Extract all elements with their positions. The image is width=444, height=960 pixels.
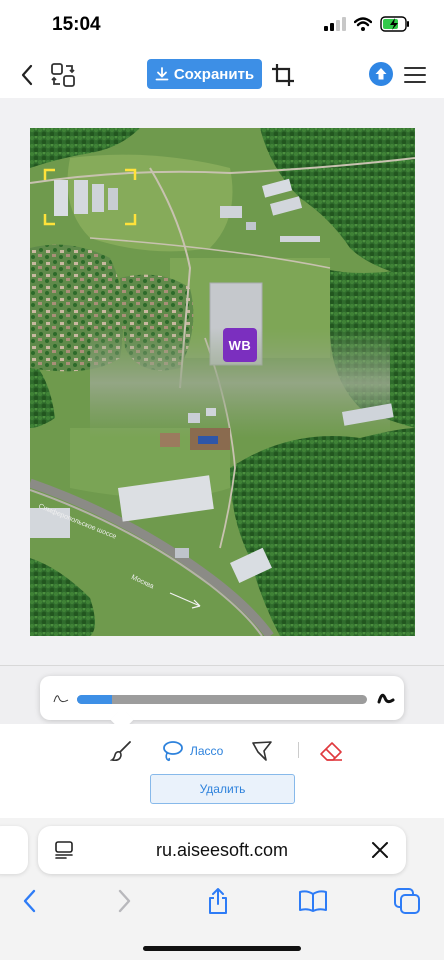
bookmarks-button[interactable]: [296, 884, 330, 918]
menu-button[interactable]: [398, 58, 432, 92]
eraser-icon: [320, 742, 342, 761]
browser-bottom-bar: ru.aiseesoft.com: [0, 818, 444, 960]
forward-icon: [118, 889, 131, 913]
menu-icon: [404, 67, 426, 83]
share-button[interactable]: [201, 884, 235, 918]
previous-tab-preview[interactable]: [0, 826, 28, 874]
aerial-photo-image: [30, 128, 415, 636]
upload-icon: [375, 68, 387, 80]
editor-canvas: WB Симферопольское шоссе Москва: [0, 98, 444, 666]
polygon-lasso-tool[interactable]: [250, 738, 274, 764]
status-time: 15:04: [52, 14, 101, 35]
back-icon: [21, 64, 33, 86]
delete-button[interactable]: Удалить: [150, 774, 295, 804]
crop-icon: [272, 64, 294, 86]
home-indicator[interactable]: [143, 946, 301, 951]
brush-size-panel: [0, 666, 444, 724]
brush-size-popup: [40, 676, 404, 720]
brush-icon: [110, 741, 131, 762]
thin-stroke-icon: [53, 695, 69, 703]
save-button[interactable]: Сохранить: [147, 59, 262, 89]
reader-button[interactable]: [52, 838, 76, 862]
signal-icon: [324, 17, 346, 31]
close-icon: [372, 842, 388, 858]
status-bar: 15:04: [0, 0, 444, 52]
battery-charging-icon: [380, 16, 409, 32]
crop-button[interactable]: [266, 58, 300, 92]
tabs-icon: [394, 888, 420, 914]
share-icon: [209, 888, 227, 914]
tools-separator: [298, 742, 299, 758]
compare-button[interactable]: [46, 58, 80, 92]
wifi-icon: [354, 17, 372, 31]
url-text: ru.aiseesoft.com: [155, 840, 289, 860]
polygon-lasso-icon: [252, 741, 272, 761]
browser-forward-button[interactable]: [108, 884, 142, 918]
eraser-tool[interactable]: [318, 738, 344, 764]
back-icon: [23, 889, 36, 913]
lasso-tool[interactable]: Лассо: [160, 738, 223, 764]
bookmarks-icon: [299, 890, 327, 912]
close-address-button[interactable]: [368, 838, 392, 862]
brush-size-slider-fill: [77, 695, 112, 704]
download-icon: [155, 67, 169, 81]
editor-toolbar: Сохранить: [0, 52, 444, 98]
aerial-photo[interactable]: WB Симферопольское шоссе Москва: [30, 128, 415, 636]
address-bar[interactable]: ru.aiseesoft.com: [38, 826, 406, 874]
tabs-button[interactable]: [390, 884, 424, 918]
tools-bar: Лассо Удалить: [0, 724, 444, 818]
swap-images-icon: [51, 63, 75, 87]
wb-logo: WB: [223, 328, 257, 362]
back-button[interactable]: [10, 58, 44, 92]
upload-button[interactable]: [369, 62, 393, 86]
save-button-label: Сохранить: [173, 65, 255, 83]
browser-back-button[interactable]: [12, 884, 46, 918]
reader-icon: [55, 841, 73, 859]
status-icons: [324, 16, 410, 32]
brush-tool[interactable]: [110, 738, 134, 764]
brush-size-slider[interactable]: [77, 695, 367, 704]
lasso-label: Лассо: [190, 744, 224, 758]
thick-stroke-icon: [377, 693, 395, 704]
lasso-icon: [163, 741, 183, 762]
